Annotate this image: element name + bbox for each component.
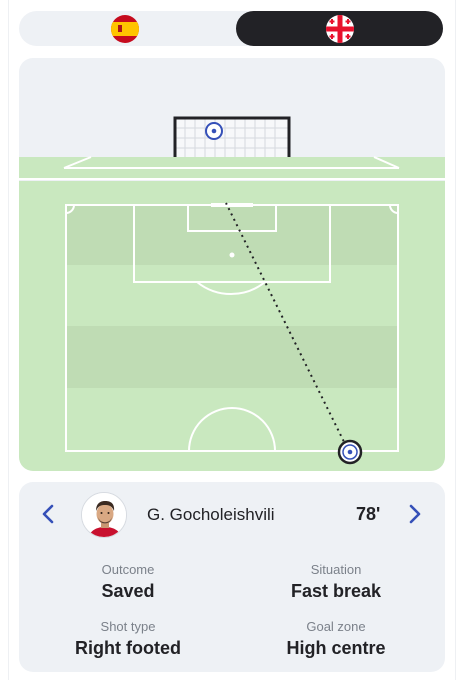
previous-shot-button[interactable] (36, 502, 60, 526)
stat-label: Goal zone (306, 619, 366, 634)
stat-label: Outcome (101, 562, 155, 577)
goal-target-marker (205, 122, 223, 140)
stat-value: Right footed (75, 638, 181, 658)
stat-value: Fast break (290, 581, 382, 601)
shot-details-card: G. Gocholeishvili 78' Outcome Saved Situ… (19, 482, 445, 672)
stat-value: Saved (101, 581, 155, 601)
stat-outcome: Outcome Saved (38, 562, 218, 602)
team-tab-georgia[interactable] (236, 11, 443, 46)
player-name: G. Gocholeishvili (147, 505, 275, 524)
goal-net (173, 116, 291, 157)
team-toggle (19, 11, 443, 46)
chevron-right-icon (409, 504, 421, 524)
next-shot-button[interactable] (403, 502, 427, 526)
stat-shot-type: Shot type Right footed (38, 619, 218, 659)
pitch-graphic (19, 116, 445, 471)
stat-situation: Situation Fast break (246, 562, 426, 602)
player-avatar (81, 492, 127, 538)
georgia-flag-icon (325, 14, 354, 43)
shot-origin-marker[interactable] (337, 439, 363, 465)
shot-minute: 78' (356, 504, 381, 524)
team-tab-spain[interactable] (19, 11, 231, 46)
chevron-left-icon (42, 504, 54, 524)
shot-map (19, 58, 445, 471)
stat-label: Situation (310, 562, 362, 577)
stat-goal-zone: Goal zone High centre (246, 619, 426, 659)
stat-label: Shot type (100, 619, 156, 634)
spain-flag-icon (111, 14, 139, 43)
stat-value: High centre (286, 638, 386, 658)
